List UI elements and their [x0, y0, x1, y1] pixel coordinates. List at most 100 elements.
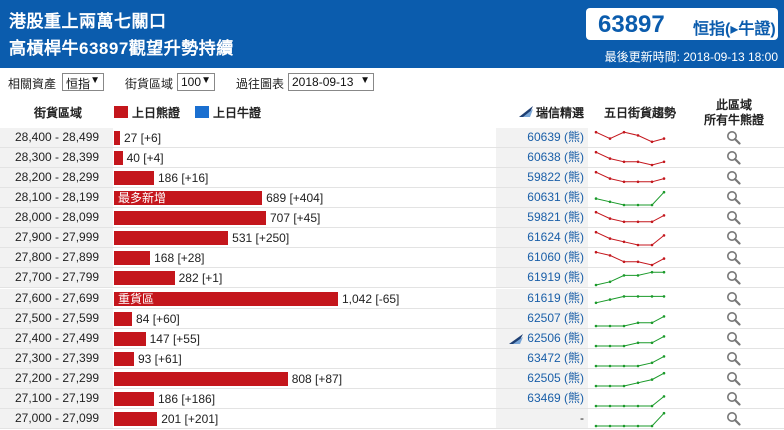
- search-icon[interactable]: [726, 411, 741, 426]
- table-row: 27,500 - 27,599 84 [+60] 62507 (熊): [0, 308, 784, 329]
- search-icon[interactable]: [726, 190, 741, 205]
- table-row: 27,900 - 27,999 531 [+250] 61624 (熊): [0, 228, 784, 249]
- bear-volume-bar[interactable]: [114, 271, 175, 286]
- strike-column-header: 瑞信精選: [519, 104, 584, 121]
- bear-volume-bar[interactable]: [114, 211, 266, 226]
- selected-warrant-link[interactable]: 62505 (熊): [496, 368, 588, 388]
- bear-volume-bar[interactable]: [114, 391, 154, 406]
- selected-warrant-link[interactable]: 59822 (熊): [496, 168, 588, 188]
- selected-warrant-link[interactable]: 60639 (熊): [496, 128, 588, 147]
- bar-value-label: 1,042 [-65]: [342, 291, 400, 306]
- search-icon[interactable]: [726, 351, 741, 366]
- selected-warrant-link[interactable]: 61624 (熊): [496, 228, 588, 248]
- bear-volume-bar[interactable]: [114, 371, 288, 386]
- trend-point: [636, 134, 640, 137]
- selected-warrant-link[interactable]: 60638 (熊): [496, 148, 588, 168]
- table-row: 27,100 - 27,199 186 [+186] 63469 (熊): [0, 388, 784, 409]
- trend-point: [650, 140, 654, 144]
- trend-line: [596, 355, 665, 367]
- search-icon[interactable]: [726, 331, 741, 346]
- table-row: 28,300 - 28,399 40 [+4] 60638 (熊): [0, 148, 784, 169]
- search-icon[interactable]: [726, 391, 741, 406]
- bear-volume-bar[interactable]: [114, 331, 146, 346]
- bull-legend: 上日牛證: [195, 104, 261, 121]
- search-icon[interactable]: [726, 371, 741, 386]
- five-day-trend-sparkline[interactable]: [592, 390, 672, 408]
- trend-point: [636, 160, 640, 164]
- trend-point: [594, 197, 598, 201]
- bear-volume-bar[interactable]: [114, 151, 123, 166]
- headline-line2[interactable]: 高槓桿牛63897觀望升勢持續: [9, 34, 234, 59]
- bar-tag: 重貨區: [118, 291, 155, 306]
- bear-volume-bar[interactable]: [114, 311, 133, 326]
- search-icon[interactable]: [726, 311, 741, 326]
- search-icon[interactable]: [726, 230, 741, 245]
- five-day-trend-sparkline[interactable]: [592, 370, 672, 388]
- five-day-trend-sparkline[interactable]: [592, 209, 672, 227]
- index-quote-box[interactable]: 63897 恒指(▸牛證): [586, 8, 778, 40]
- trend-point: [636, 381, 640, 384]
- five-day-trend-sparkline[interactable]: [592, 410, 672, 428]
- five-day-trend-sparkline[interactable]: [592, 290, 672, 308]
- headline-line1[interactable]: 港股重上兩萬七關口: [9, 7, 167, 32]
- bull-legend-label: 上日牛證: [213, 106, 262, 120]
- bear-volume-bar[interactable]: [114, 171, 154, 186]
- five-day-trend-sparkline[interactable]: [592, 249, 672, 267]
- bear-volume-bar[interactable]: [114, 131, 120, 145]
- five-day-trend-sparkline[interactable]: [592, 350, 672, 368]
- search-icon[interactable]: [726, 250, 741, 266]
- five-day-trend-sparkline[interactable]: [592, 149, 672, 167]
- selected-warrant-link[interactable]: 61919 (熊): [496, 268, 588, 288]
- selected-warrant-link[interactable]: 59821 (熊): [496, 208, 588, 228]
- selected-warrant-link[interactable]: 61060 (熊): [496, 248, 588, 268]
- five-day-trend-sparkline[interactable]: [592, 330, 672, 348]
- search-icon[interactable]: [726, 291, 741, 306]
- selected-warrant-link[interactable]: 61619 (熊): [496, 288, 588, 308]
- range-cell: 27,200 - 27,299: [0, 368, 113, 388]
- selected-warrant-link[interactable]: 63469 (熊): [496, 388, 588, 408]
- trend-point: [622, 294, 626, 298]
- bar-value-label: 40 [+4]: [126, 151, 164, 166]
- trend-point: [662, 314, 666, 318]
- five-day-trend-sparkline[interactable]: [592, 189, 672, 207]
- search-icon[interactable]: [726, 150, 741, 165]
- trend-point: [608, 137, 612, 140]
- trend-line: [596, 372, 665, 387]
- five-day-trend-sparkline[interactable]: [592, 169, 672, 187]
- cs-logo-icon: [519, 106, 533, 117]
- trend-point: [662, 177, 666, 181]
- dropdown-arrow-icon: ▼: [90, 75, 100, 86]
- search-icon[interactable]: [726, 210, 741, 225]
- zone-select[interactable]: 100 ▼: [177, 73, 215, 91]
- trend-line: [595, 131, 665, 143]
- trend-point: [594, 384, 598, 388]
- trend-point: [594, 324, 598, 327]
- trend-point: [650, 271, 654, 274]
- bar-value-label: 186 [+186]: [157, 391, 216, 406]
- selected-warrant-link[interactable]: 60631 (熊): [496, 188, 588, 208]
- five-day-trend-sparkline[interactable]: [592, 229, 672, 247]
- table-row: 28,200 - 28,299 186 [+16] 59822 (熊): [0, 168, 784, 189]
- search-icon[interactable]: [726, 130, 741, 145]
- search-icon[interactable]: [726, 170, 741, 185]
- trend-point: [608, 237, 612, 241]
- five-day-trend-sparkline[interactable]: [592, 310, 672, 328]
- search-icon[interactable]: [726, 270, 741, 286]
- date-select[interactable]: 2018-09-13 ▼: [288, 73, 374, 91]
- bear-volume-bar[interactable]: [114, 411, 158, 426]
- trend-point: [636, 424, 640, 428]
- bear-volume-bar[interactable]: [114, 251, 151, 266]
- trend-line: [595, 295, 664, 303]
- asset-select[interactable]: 恒指 ▼: [62, 73, 104, 91]
- trend-point: [662, 294, 666, 298]
- trend-point: [662, 137, 666, 140]
- selected-warrant-link[interactable]: 62507 (熊): [496, 308, 588, 328]
- bear-volume-bar[interactable]: [114, 351, 134, 366]
- trend-point: [608, 217, 612, 221]
- five-day-trend-sparkline[interactable]: [592, 269, 672, 287]
- selected-warrant-link[interactable]: 63472 (熊): [496, 348, 588, 368]
- bar-tag: 最多新增: [118, 191, 167, 206]
- five-day-trend-sparkline[interactable]: [592, 129, 672, 147]
- bear-volume-bar[interactable]: [114, 231, 229, 246]
- trend-point: [662, 411, 666, 415]
